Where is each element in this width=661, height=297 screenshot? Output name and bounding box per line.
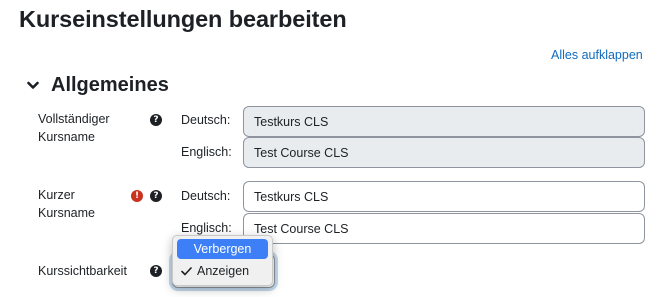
section-header-general[interactable]: Allgemeines xyxy=(26,71,169,99)
visibility-label: Kurssichtbarkeit xyxy=(38,264,127,278)
shortname-input-en[interactable]: Test Course CLS xyxy=(243,213,645,244)
chevron-down-icon[interactable] xyxy=(26,78,40,92)
visibility-dropdown: Verbergen Anzeigen xyxy=(172,235,273,286)
option-hide[interactable]: Verbergen xyxy=(177,239,268,259)
exclamation-circle-icon: ! xyxy=(131,190,143,202)
option-show[interactable]: Anzeigen xyxy=(177,261,268,281)
expand-all-link[interactable]: Alles aufklappen xyxy=(551,48,643,62)
section-title: Allgemeines xyxy=(51,73,169,96)
shortname-lang-label-en: Englisch: xyxy=(181,221,232,235)
fullname-label: Vollständiger Kursname xyxy=(38,112,110,144)
checkmark-icon xyxy=(181,266,194,276)
page-title: Kurseinstellungen bearbeiten xyxy=(19,6,347,32)
shortname-label: Kurzer Kursname xyxy=(38,188,95,220)
fullname-lang-label-en: Englisch: xyxy=(181,145,232,159)
shortname-lang-label-de: Deutsch: xyxy=(181,189,231,203)
option-label: Verbergen xyxy=(193,242,252,256)
fullname-lang-label-de: Deutsch: xyxy=(181,113,231,127)
shortname-input-de[interactable]: Testkurs CLS xyxy=(243,181,645,212)
question-circle-icon[interactable]: ? xyxy=(150,114,162,126)
fullname-input-en[interactable]: Test Course CLS xyxy=(243,137,645,168)
question-circle-icon[interactable]: ? xyxy=(150,190,162,202)
fullname-input-de[interactable]: Testkurs CLS xyxy=(243,106,645,137)
option-label: Anzeigen xyxy=(197,264,250,278)
question-circle-icon[interactable]: ? xyxy=(150,265,162,277)
